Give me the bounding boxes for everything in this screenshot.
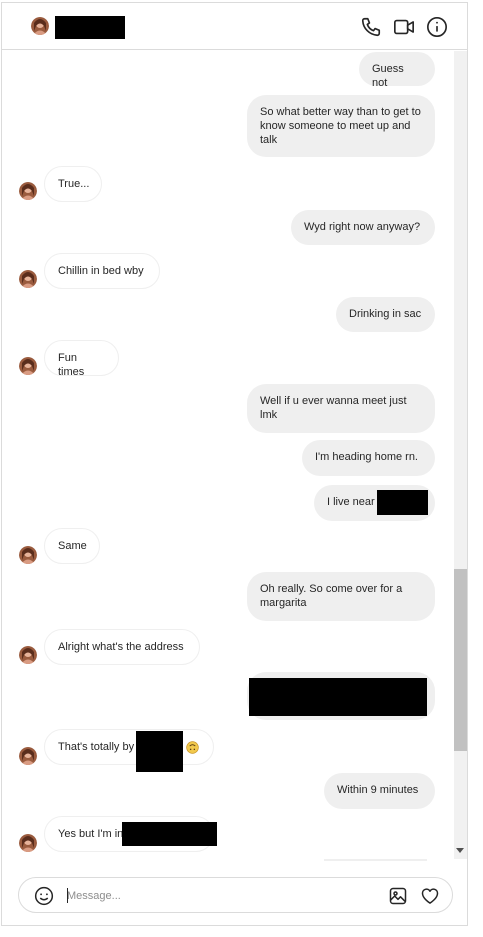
info-icon[interactable] — [426, 16, 448, 38]
message-outgoing: Within 9 minutes — [324, 773, 435, 809]
chat-header — [2, 3, 467, 50]
chat-window: Guess not So what better way than to get… — [1, 2, 468, 926]
image-icon[interactable] — [388, 886, 408, 906]
contact-avatar[interactable] — [19, 646, 37, 664]
scrollbar-thumb[interactable] — [454, 569, 467, 751]
contact-avatar[interactable] — [19, 357, 37, 375]
message-outgoing-partial — [324, 859, 427, 861]
message-outgoing: Oh really. So come over for a margarita — [247, 572, 435, 621]
message-outgoing: So what better way than to get to know s… — [247, 95, 435, 157]
message-incoming: Fun times — [44, 340, 119, 378]
redaction-block — [249, 678, 427, 716]
redaction-block — [136, 731, 183, 772]
contact-avatar[interactable] — [31, 17, 49, 35]
message-incoming: Chillin in bed wby — [44, 253, 160, 289]
phone-icon[interactable] — [360, 16, 382, 38]
scroll-down-arrow-icon[interactable] — [456, 848, 464, 853]
video-camera-icon[interactable] — [393, 16, 415, 38]
contact-avatar[interactable] — [19, 546, 37, 564]
redaction-block — [377, 490, 428, 515]
message-outgoing: Drinking in sac — [336, 297, 435, 332]
text-caret — [67, 888, 68, 903]
contact-avatar[interactable] — [19, 182, 37, 200]
message-composer — [18, 877, 453, 913]
message-outgoing: I'm heading home rn. — [302, 440, 435, 476]
message-input[interactable] — [67, 887, 367, 905]
contact-avatar[interactable] — [19, 270, 37, 288]
redaction-block — [122, 822, 217, 846]
upside-down-face-emoji-icon — [186, 741, 199, 754]
message-incoming: Alright what's the address — [44, 629, 200, 665]
contact-name-redacted[interactable] — [55, 16, 125, 39]
contact-avatar[interactable] — [19, 834, 37, 852]
message-incoming: True... — [44, 166, 102, 202]
message-outgoing: Wyd right now anyway? — [291, 210, 435, 245]
emoji-icon[interactable] — [34, 886, 54, 906]
contact-avatar[interactable] — [19, 747, 37, 765]
message-outgoing: Guess not — [359, 52, 435, 89]
message-incoming: Same — [44, 528, 100, 564]
message-outgoing: Well if u ever wanna meet just lmk — [247, 384, 435, 433]
heart-icon[interactable] — [420, 886, 440, 906]
